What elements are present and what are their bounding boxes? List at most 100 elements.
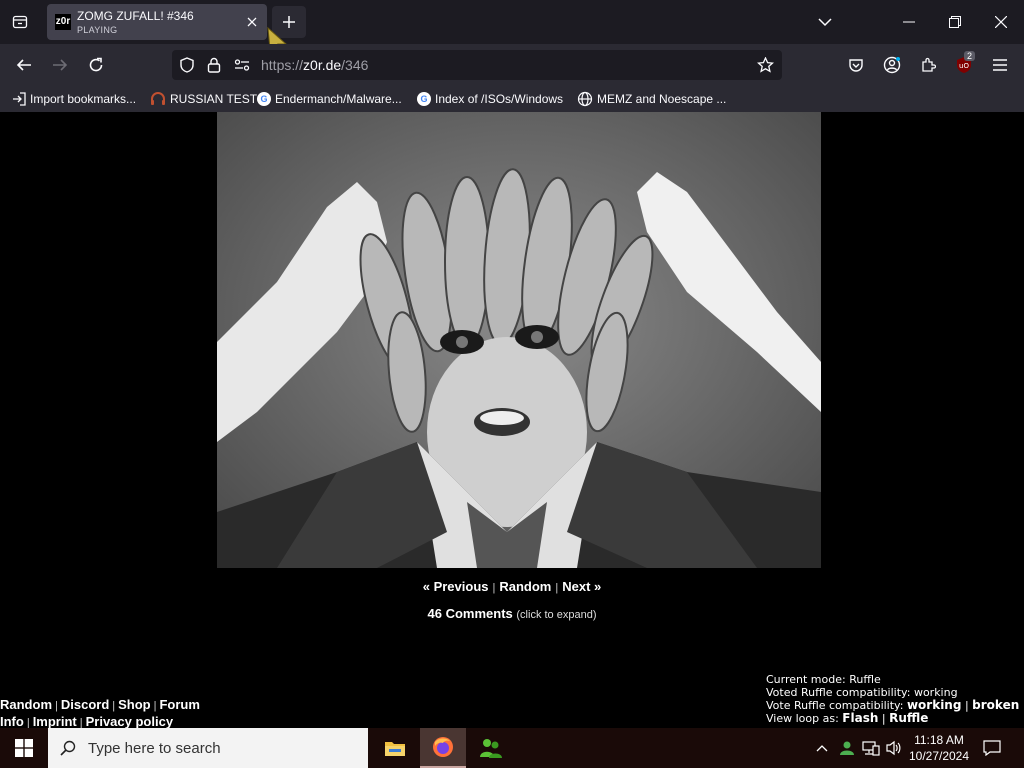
- footer-link-privacy[interactable]: Privacy policy: [86, 714, 173, 729]
- account-icon: [883, 56, 901, 74]
- bookmark-star-button[interactable]: [754, 55, 776, 75]
- url-text[interactable]: https://z0r.de/346: [261, 57, 368, 73]
- extensions-button[interactable]: [912, 49, 944, 81]
- view-loop-row: View loop as: Flash | Ruffle: [766, 711, 1019, 726]
- tab-close-button[interactable]: [243, 13, 261, 31]
- bookmark-label: Index of /ISOs/Windows: [435, 92, 564, 106]
- vote-broken-link[interactable]: broken: [972, 698, 1019, 712]
- network-button[interactable]: [860, 736, 882, 760]
- volume-button[interactable]: [883, 736, 905, 760]
- taskbar-search-box[interactable]: Type here to search: [48, 728, 368, 768]
- page-content: « Previous | Random | Next » 46 Comments (cl…: [0, 112, 1024, 729]
- footer-link-info[interactable]: Info: [0, 714, 24, 729]
- comments-count: 46 Comments: [427, 606, 513, 621]
- start-button[interactable]: [0, 728, 48, 768]
- forward-button[interactable]: [44, 49, 76, 81]
- list-all-tabs-button[interactable]: [4, 6, 36, 38]
- notification-icon: [983, 740, 1001, 756]
- people-icon: [480, 739, 502, 758]
- tab-overflow-button[interactable]: [802, 6, 848, 38]
- footer-row-1: Random | Discord | Shop | Forum: [0, 697, 200, 714]
- bookmark-endermanch[interactable]: G Endermanch/Malware...: [257, 90, 402, 108]
- import-icon: [13, 92, 26, 106]
- pocket-icon: [849, 59, 863, 72]
- tab-favicon: z0r: [55, 14, 71, 30]
- account-button[interactable]: [876, 49, 908, 81]
- blocked-count-badge: 2: [964, 51, 976, 61]
- chevron-down-icon: [818, 18, 832, 27]
- tab-list-icon: [12, 15, 28, 29]
- footer-link-shop[interactable]: Shop: [118, 697, 151, 712]
- headset-icon: [151, 92, 165, 105]
- separator: |: [881, 712, 886, 725]
- comments-toggle[interactable]: 46 Comments (click to expand): [0, 606, 1024, 621]
- minimize-icon: [903, 21, 915, 23]
- previous-link[interactable]: « Previous: [423, 579, 489, 594]
- minimize-button[interactable]: [886, 6, 932, 38]
- separator: |: [112, 700, 116, 712]
- taskbar-file-explorer[interactable]: [372, 728, 418, 768]
- lock-icon: [207, 57, 221, 73]
- url-path: /346: [341, 57, 369, 73]
- folder-icon: [385, 742, 405, 756]
- chevron-up-icon: [816, 745, 828, 752]
- footer-link-imprint[interactable]: Imprint: [33, 714, 77, 729]
- footer-link-discord[interactable]: Discord: [61, 697, 109, 712]
- vote-working-link[interactable]: working: [907, 698, 961, 712]
- back-button[interactable]: [8, 49, 40, 81]
- url-scheme: https://: [261, 57, 304, 73]
- view-as-flash-link[interactable]: Flash: [842, 711, 878, 725]
- site-security-button[interactable]: [203, 55, 225, 75]
- app-menu-button[interactable]: [984, 49, 1016, 81]
- shield-icon: [180, 57, 194, 73]
- restore-button[interactable]: [932, 6, 978, 38]
- windows-logo-icon: [15, 739, 33, 757]
- footer-link-forum[interactable]: Forum: [159, 697, 199, 712]
- bookmarks-toolbar: Import bookmarks... RUSSIAN TEST G Ender…: [0, 86, 1024, 112]
- bookmark-label: MEMZ and Noescape ...: [597, 92, 727, 106]
- vote-label: Vote Ruffle compatibility:: [766, 699, 904, 712]
- close-window-button[interactable]: [978, 6, 1024, 38]
- close-icon: [995, 16, 1007, 28]
- taskbar-firefox[interactable]: [420, 728, 466, 768]
- tracking-protection-button[interactable]: [176, 55, 198, 75]
- bookmark-label: Import bookmarks...: [30, 92, 137, 106]
- firefox-icon: [433, 737, 453, 757]
- footer-link-random[interactable]: Random: [0, 697, 52, 712]
- next-link[interactable]: Next »: [562, 579, 601, 594]
- action-center-button[interactable]: [980, 736, 1004, 760]
- flash-animation-player[interactable]: [217, 112, 821, 568]
- reload-button[interactable]: [80, 49, 112, 81]
- address-bar[interactable]: https://z0r.de/346: [172, 50, 782, 80]
- bookmark-russian-test[interactable]: RUSSIAN TEST: [150, 90, 257, 108]
- search-icon: [60, 740, 76, 756]
- url-domain: z0r.de: [303, 57, 342, 73]
- hamburger-menu-icon: [993, 59, 1007, 71]
- arrow-right-icon: [53, 59, 68, 71]
- loop-label: View loop as:: [766, 712, 839, 725]
- tray-people-icon-button[interactable]: [836, 736, 858, 760]
- star-icon: [756, 57, 774, 73]
- network-icon: [862, 741, 880, 756]
- bookmark-memz[interactable]: MEMZ and Noescape ...: [577, 90, 726, 108]
- bookmark-import[interactable]: Import bookmarks...: [12, 90, 136, 108]
- taskbar-people-app[interactable]: [468, 728, 514, 768]
- separator: |: [492, 582, 496, 594]
- active-tab[interactable]: z0r ZOMG ZUFALL! #346 PLAYING: [47, 4, 267, 40]
- ublock-origin-button[interactable]: uO 2: [948, 49, 980, 81]
- ruffle-current-mode: Current mode: Ruffle: [766, 673, 881, 686]
- show-hidden-icons-button[interactable]: [812, 736, 832, 760]
- taskbar-clock[interactable]: 11:18 AM 10/27/2024: [905, 732, 973, 764]
- permissions-icon: [234, 59, 250, 71]
- view-as-ruffle-link[interactable]: Ruffle: [889, 711, 928, 725]
- site-permissions-button[interactable]: [231, 55, 253, 75]
- pocket-button[interactable]: [840, 49, 872, 81]
- reload-icon: [89, 57, 103, 72]
- comments-hint: (click to expand): [516, 609, 597, 621]
- separator: |: [55, 700, 58, 712]
- bookmark-isos-windows[interactable]: G Index of /ISOs/Windows: [417, 90, 563, 108]
- globe-icon: [577, 91, 593, 107]
- loop-navigation: « Previous | Random | Next »: [0, 579, 1024, 594]
- random-link[interactable]: Random: [499, 579, 551, 594]
- clock-time: 11:18 AM: [914, 733, 964, 747]
